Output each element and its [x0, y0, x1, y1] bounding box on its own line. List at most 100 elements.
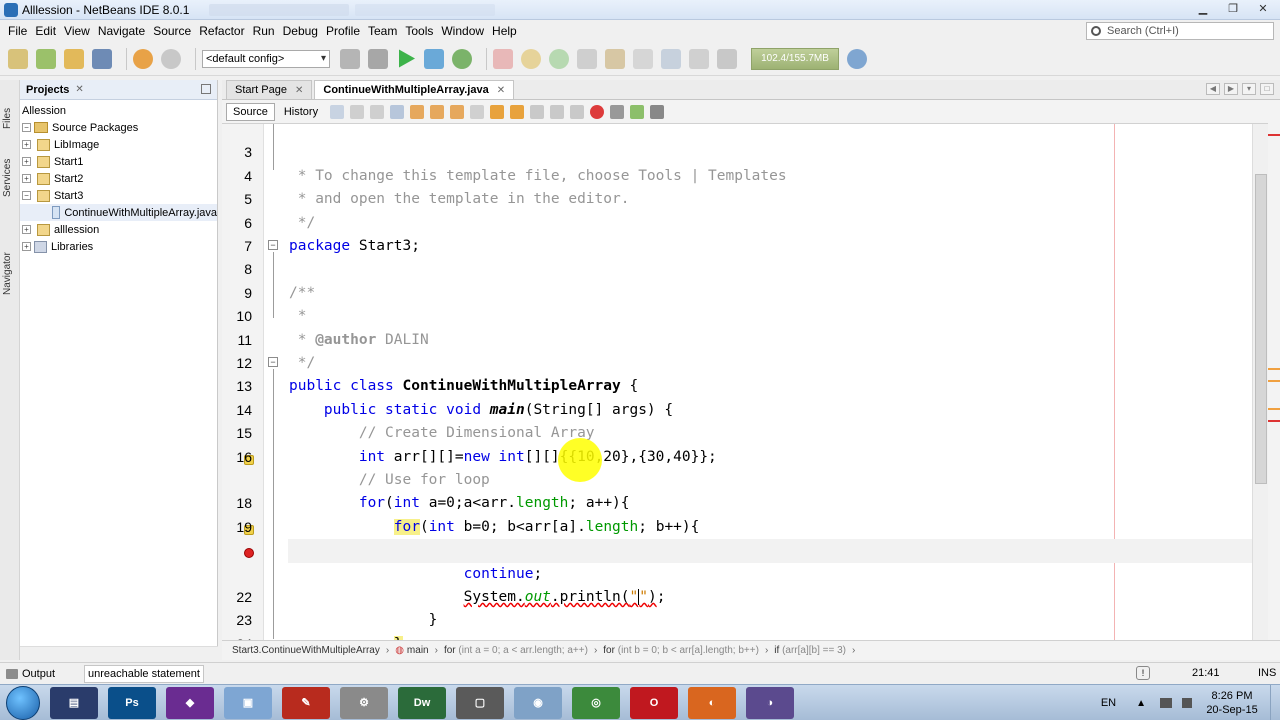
start-button[interactable]: [6, 685, 40, 720]
chrome-icon[interactable]: ◎: [572, 686, 620, 719]
warning-stripe-mark[interactable]: [1268, 380, 1280, 382]
expand-icon[interactable]: +: [22, 157, 31, 166]
menu-window[interactable]: Window: [437, 24, 488, 38]
network-icon[interactable]: [1160, 698, 1172, 708]
menu-edit[interactable]: Edit: [31, 24, 60, 38]
tab-java-file[interactable]: ContinueWithMultipleArray.java ✕: [314, 80, 515, 99]
network-app-icon[interactable]: ◉: [514, 686, 562, 719]
firefox-icon[interactable]: ◐: [688, 686, 736, 719]
restore-icon[interactable]: ❐: [1220, 2, 1246, 18]
breadcrumb-item[interactable]: Start3.ContinueWithMultipleArray ›: [232, 645, 389, 656]
maximize-icon[interactable]: □: [1260, 83, 1274, 95]
collapse-icon[interactable]: −: [22, 123, 31, 132]
tree-item-project[interactable]: Allession: [20, 102, 217, 119]
scrollbar-thumb[interactable]: [1255, 174, 1267, 484]
step-into-icon[interactable]: [605, 48, 625, 69]
tools-app-icon[interactable]: ⚙: [340, 686, 388, 719]
menu-tools[interactable]: Tools: [401, 24, 437, 38]
virtualbox-icon[interactable]: ▣: [224, 686, 272, 719]
breadcrumb-item[interactable]: for (int b = 0; b < arr[a].length; b++) …: [603, 645, 768, 656]
start-macro-icon[interactable]: [590, 104, 605, 119]
expand-icon[interactable]: +: [22, 140, 31, 149]
menu-refactor[interactable]: Refactor: [195, 24, 248, 38]
shift-left-icon[interactable]: [550, 104, 565, 119]
menu-navigate[interactable]: Navigate: [94, 24, 149, 38]
clean-build-icon[interactable]: [368, 48, 388, 69]
error-stripe-mark[interactable]: [1268, 134, 1280, 136]
build-icon[interactable]: [340, 48, 360, 69]
photoshop-icon[interactable]: Ps: [108, 686, 156, 719]
menu-profile[interactable]: Profile: [322, 24, 364, 38]
output-tab[interactable]: Output: [0, 668, 84, 680]
shift-right-icon[interactable]: [570, 104, 585, 119]
save-all-icon[interactable]: [92, 48, 112, 69]
tree-item-alllession[interactable]: + alllession: [20, 221, 217, 238]
clock[interactable]: 8:26 PM 20-Sep-15: [1202, 689, 1262, 717]
language-indicator[interactable]: EN: [1101, 697, 1116, 709]
source-button[interactable]: Source: [226, 102, 275, 121]
breadcrumb-item[interactable]: if (arr[a][b] == 3) ›: [774, 645, 855, 656]
show-desktop-button[interactable]: [1270, 685, 1280, 720]
close-tab-icon[interactable]: ✕: [497, 85, 505, 96]
visual-studio-icon[interactable]: ◆: [166, 686, 214, 719]
run-to-cursor-icon[interactable]: [661, 48, 681, 69]
editor-app-icon[interactable]: ✎: [282, 686, 330, 719]
menu-debug[interactable]: Debug: [279, 24, 322, 38]
code-editor[interactable]: − − 3 * To change this template file, ch…: [222, 124, 1252, 640]
expand-icon[interactable]: +: [22, 242, 31, 251]
menu-run[interactable]: Run: [249, 24, 279, 38]
open-project-icon[interactable]: [64, 48, 84, 69]
new-project-icon[interactable]: [36, 48, 56, 69]
back-icon[interactable]: [350, 104, 365, 119]
profile-icon[interactable]: [452, 48, 472, 69]
close-icon[interactable]: ✕: [75, 84, 83, 95]
menu-help[interactable]: Help: [488, 24, 521, 38]
breadcrumb-item[interactable]: for (int a = 0; a < arr.length; a++) ›: [444, 645, 597, 656]
notifications-icon[interactable]: !: [1136, 666, 1150, 680]
collapse-icon[interactable]: −: [22, 191, 31, 200]
step-over-icon[interactable]: [577, 48, 597, 69]
toggle-highlight-icon[interactable]: [470, 104, 485, 119]
scroll-left-icon[interactable]: ◀: [1206, 83, 1220, 95]
stop-macro-icon[interactable]: [610, 104, 625, 119]
expand-icon[interactable]: +: [22, 174, 31, 183]
menu-source[interactable]: Source: [149, 24, 195, 38]
breadcrumb-item[interactable]: ◍ main ›: [395, 645, 438, 656]
vertical-scrollbar[interactable]: [1252, 124, 1268, 640]
tree-item-start2[interactable]: + Start2: [20, 170, 217, 187]
dreamweaver-icon[interactable]: Dw: [398, 686, 446, 719]
comment-icon[interactable]: [630, 104, 645, 119]
projects-title[interactable]: Projects: [26, 84, 69, 96]
find-selection-icon[interactable]: [450, 104, 465, 119]
toggle-bookmark-icon[interactable]: [530, 104, 545, 119]
tab-start-page[interactable]: Start Page ✕: [226, 80, 313, 99]
memory-indicator[interactable]: 102.4/155.7MB: [751, 47, 839, 70]
scroll-right-icon[interactable]: ▶: [1224, 83, 1238, 95]
new-file-icon[interactable]: [8, 48, 28, 69]
gc-icon[interactable]: [847, 48, 867, 69]
config-select[interactable]: <default config>: [202, 49, 330, 68]
close-tab-icon[interactable]: ✕: [295, 85, 303, 96]
show-hidden-icons[interactable]: ▲: [1136, 698, 1146, 709]
tree-item-libraries[interactable]: + Libraries: [20, 238, 217, 255]
horizontal-scrollbar[interactable]: [20, 646, 218, 660]
undo-icon[interactable]: [133, 48, 153, 69]
window-app-icon[interactable]: ▢: [456, 686, 504, 719]
find-next-icon[interactable]: [430, 104, 445, 119]
volume-icon[interactable]: [1182, 698, 1192, 708]
next-bookmark-icon[interactable]: [510, 104, 525, 119]
services-tab[interactable]: Services: [2, 148, 18, 208]
menu-team[interactable]: Team: [364, 24, 401, 38]
stop-icon[interactable]: [493, 48, 513, 69]
tree-item-start3[interactable]: − Start3: [20, 187, 217, 204]
pause-icon[interactable]: [521, 48, 541, 69]
eclipse-icon[interactable]: ◑: [746, 686, 794, 719]
menu-view[interactable]: View: [60, 24, 94, 38]
menu-file[interactable]: File: [4, 24, 31, 38]
apply-changes-icon[interactable]: [689, 48, 709, 69]
run-icon[interactable]: [399, 49, 415, 68]
tree-item-start1[interactable]: + Start1: [20, 153, 217, 170]
history-button[interactable]: History: [277, 103, 325, 121]
warning-stripe-mark[interactable]: [1268, 368, 1280, 370]
error-stripe-mark[interactable]: [1268, 420, 1280, 422]
